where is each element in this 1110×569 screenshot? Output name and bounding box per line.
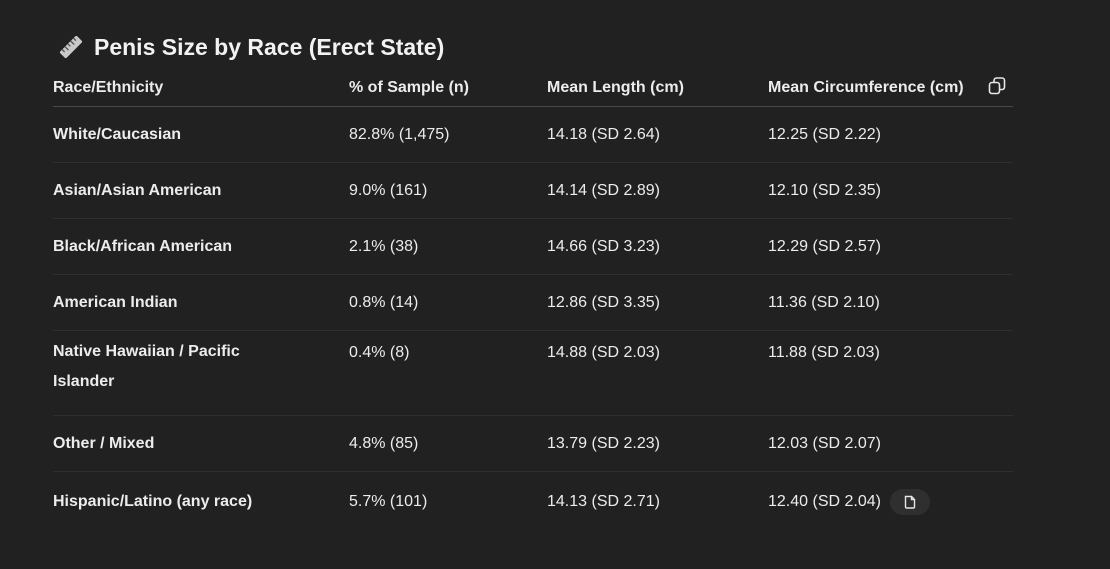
cell-length: 14.66 (SD 3.23) xyxy=(547,218,768,275)
section-heading: Penis Size by Race (Erect State) xyxy=(56,30,1013,64)
header-sample: % of Sample (n) xyxy=(349,70,547,107)
cell-length: 14.18 (SD 2.64) xyxy=(547,106,768,163)
cell-length: 14.14 (SD 2.89) xyxy=(547,162,768,219)
ruler-icon xyxy=(56,34,86,60)
cell-length: 14.88 (SD 2.03) xyxy=(547,330,768,416)
cell-race-text: Native Hawaiian / Pacific Islander xyxy=(53,343,240,390)
cell-race: Hispanic/Latino (any race) xyxy=(53,493,253,510)
cell-circumference: 12.10 (SD 2.35) xyxy=(768,162,1013,219)
table-row: Other / Mixed 4.8% (85) 13.79 (SD 2.23) … xyxy=(53,415,1013,472)
table-row: White/Caucasian 82.8% (1,475) 14.18 (SD … xyxy=(53,106,1013,163)
table-row: Hispanic/Latino (any race) 5.7% (101) 14… xyxy=(53,472,1013,533)
cell-circumference: 11.36 (SD 2.10) xyxy=(768,274,1013,331)
cell-sample: 0.4% (8) xyxy=(349,330,547,416)
section-title: Penis Size by Race (Erect State) xyxy=(94,33,445,60)
cell-circumference: 12.40 (SD 2.04) xyxy=(768,472,1013,533)
cell-circumference: 12.25 (SD 2.22) xyxy=(768,106,1013,163)
cell-length: 14.13 (SD 2.71) xyxy=(547,493,660,510)
table-row: American Indian 0.8% (14) 12.86 (SD 3.35… xyxy=(53,274,1013,331)
cell-race: Asian/Asian American xyxy=(53,162,349,219)
cell-sample: 0.8% (14) xyxy=(349,274,547,331)
copy-icon[interactable] xyxy=(985,74,1009,98)
cell-circumference: 12.03 (SD 2.07) xyxy=(768,415,1013,472)
cell-race: American Indian xyxy=(53,274,349,331)
cell-circumference: 11.88 (SD 2.03) xyxy=(768,330,1013,416)
cell-race: White/Caucasian xyxy=(53,106,349,163)
cell-length: 13.79 (SD 2.23) xyxy=(547,415,768,472)
header-circumference: Mean Circumference (cm) xyxy=(768,70,1013,107)
content-area: Penis Size by Race (Erect State) Race/Et… xyxy=(53,30,1013,532)
table-row: Asian/Asian American 9.0% (161) 14.14 (S… xyxy=(53,162,1013,219)
cell-circumference: 12.29 (SD 2.57) xyxy=(768,218,1013,275)
table-header-row: Race/Ethnicity % of Sample (n) Mean Leng… xyxy=(53,70,1013,107)
header-circumference-label: Mean Circumference (cm) xyxy=(768,79,964,96)
copy-cell-icon[interactable] xyxy=(890,489,931,515)
table-row: Black/African American 2.1% (38) 14.66 (… xyxy=(53,218,1013,275)
cell-race: Other / Mixed xyxy=(53,415,349,472)
header-race: Race/Ethnicity xyxy=(53,70,349,107)
cell-length: 12.86 (SD 3.35) xyxy=(547,274,768,331)
table-row: Native Hawaiian / Pacific Islander 0.4% … xyxy=(53,330,1013,416)
cell-sample: 2.1% (38) xyxy=(349,218,547,275)
cell-race: Black/African American xyxy=(53,218,349,275)
cell-circumference-text: 12.40 (SD 2.04) xyxy=(768,493,881,511)
cell-sample: 9.0% (161) xyxy=(349,162,547,219)
cell-sample: 82.8% (1,475) xyxy=(349,106,547,163)
header-length: Mean Length (cm) xyxy=(547,70,768,107)
cell-race: Native Hawaiian / Pacific Islander xyxy=(53,330,349,416)
cell-sample: 4.8% (85) xyxy=(349,415,547,472)
cell-sample: 5.7% (101) xyxy=(349,493,428,510)
data-table: Race/Ethnicity % of Sample (n) Mean Leng… xyxy=(53,70,1013,532)
